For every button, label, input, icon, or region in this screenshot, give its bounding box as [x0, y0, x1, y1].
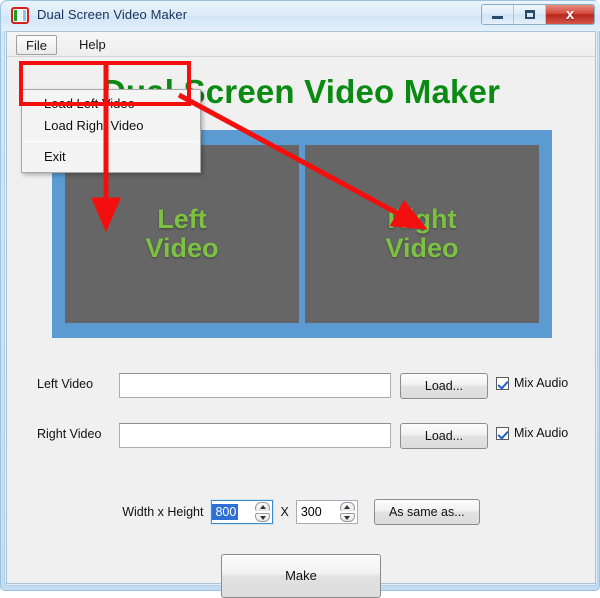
minimize-button[interactable]: [482, 5, 514, 24]
right-load-button[interactable]: Load...: [400, 423, 488, 449]
menu-item-load-right-video[interactable]: Load Right Video: [22, 115, 200, 137]
close-icon: x: [565, 6, 575, 23]
close-button[interactable]: x: [546, 5, 594, 24]
left-video-input[interactable]: [119, 373, 391, 398]
left-mix-audio-group[interactable]: Mix Audio: [496, 376, 568, 390]
right-video-label: Right Video: [37, 427, 102, 441]
height-value[interactable]: 300: [297, 505, 322, 519]
window-title: Dual Screen Video Maker: [37, 7, 188, 22]
chevron-up-icon: [344, 505, 351, 509]
left-pane-line1: Left: [157, 203, 207, 234]
left-video-label: Left Video: [37, 377, 94, 391]
right-pane-line1: Right: [387, 203, 457, 234]
maximize-button[interactable]: [514, 5, 546, 24]
left-load-button[interactable]: Load...: [400, 373, 488, 399]
height-decrement-button[interactable]: [339, 513, 355, 522]
width-decrement-button[interactable]: [255, 513, 271, 522]
client-area: File Help Dual Screen Video Maker Left V…: [6, 31, 596, 598]
width-value[interactable]: 800: [212, 504, 239, 520]
menu-file[interactable]: File: [16, 35, 57, 55]
right-mix-audio-group[interactable]: Mix Audio: [496, 426, 568, 440]
height-increment-button[interactable]: [339, 502, 355, 511]
width-stepper[interactable]: 800: [210, 499, 275, 525]
left-video-row: Left Video Load... Mix Audio: [7, 373, 595, 399]
right-pane-line2: Video: [385, 233, 459, 263]
left-pane-line2: Video: [145, 233, 219, 263]
chevron-up-icon: [259, 505, 266, 509]
size-label: Width x Height: [122, 505, 204, 519]
annotation-highlight-rect: [19, 61, 191, 106]
right-mix-audio-label: Mix Audio: [514, 426, 569, 440]
size-row: Width x Height 800 X 300 As same as...: [7, 498, 595, 526]
make-button[interactable]: Make: [221, 554, 381, 598]
menu-item-exit[interactable]: Exit: [22, 146, 200, 168]
height-stepper-buttons: [339, 502, 355, 522]
chevron-down-icon: [259, 515, 266, 520]
title-bar[interactable]: Dual Screen Video Maker x: [1, 1, 600, 31]
right-video-pane[interactable]: Right Video: [305, 145, 539, 323]
width-stepper-buttons: [255, 502, 271, 522]
width-increment-button[interactable]: [255, 502, 271, 511]
left-mix-audio-label: Mix Audio: [514, 376, 569, 390]
size-separator: X: [280, 505, 289, 519]
right-mix-audio-checkbox[interactable]: [496, 426, 509, 440]
right-video-row: Right Video Load... Mix Audio: [7, 423, 595, 449]
application-window: Dual Screen Video Maker x File Help Dual…: [0, 0, 600, 598]
left-mix-audio-checkbox[interactable]: [496, 376, 509, 390]
as-same-as-button[interactable]: As same as...: [373, 499, 480, 525]
height-stepper[interactable]: 300: [295, 500, 358, 524]
chevron-down-icon: [344, 515, 351, 520]
maximize-icon: [524, 10, 535, 19]
menu-bar: File Help: [7, 32, 595, 57]
window-controls: x: [481, 4, 595, 25]
dual-screen-icon: [11, 7, 29, 24]
minimize-icon: [492, 16, 503, 19]
menu-separator: [24, 141, 198, 142]
right-video-input[interactable]: [119, 423, 391, 448]
menu-help[interactable]: Help: [70, 35, 115, 55]
